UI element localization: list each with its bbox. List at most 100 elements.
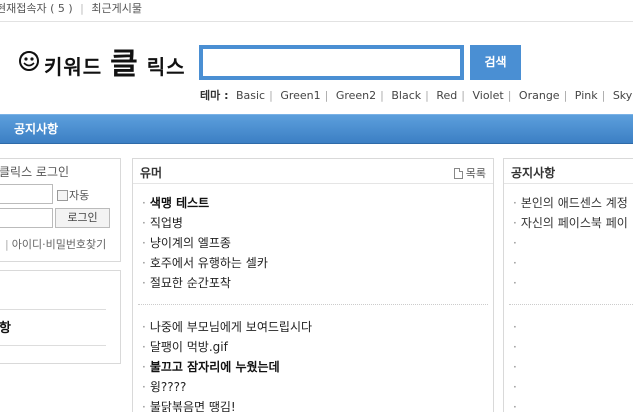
post-title[interactable]: 냥이계의 엘프종 [150,236,231,250]
board-list-link[interactable]: 목록 [453,165,486,181]
list-item: · [513,337,521,357]
post-title[interactable]: 불닭볶음면 땡김! [150,400,236,412]
theme-red[interactable]: Red [436,89,457,102]
theme-separator: | [507,89,512,102]
find-account-link[interactable]: 아이디·비밀번호찾기 [12,238,107,251]
main-nav-bar: 공지사항 [0,114,633,144]
post-title[interactable]: 불끄고 잠자리에 누웠는데 [150,360,280,374]
list-item: · [513,273,628,293]
theme-separator: | [461,89,465,102]
bullet-icon: · [513,256,517,270]
divider [138,304,488,305]
left-box-text: 항 [0,321,11,336]
board-title[interactable]: 유머 [140,164,162,181]
bullet-icon: · [142,320,146,334]
login-password-field[interactable] [0,208,53,228]
login-button[interactable]: 로그인 [55,208,110,228]
login-id-field[interactable] [0,184,53,204]
theme-orange[interactable]: Orange [519,89,560,102]
notice-item-title[interactable]: 본인의 애드센스 계정 [521,196,628,210]
auto-login-option[interactable]: 자동 [57,187,89,203]
post-title[interactable]: 나중에 부모님에게 보여드립시다 [150,320,312,334]
list-item[interactable]: · 본인의 애드센스 계정 [513,193,628,213]
list-item[interactable]: · 달팽이 먹방.gif [142,337,312,357]
list-item[interactable]: · 색맹 테스트 [142,193,268,213]
recent-posts-link[interactable]: 최근게시물 [91,0,142,18]
theme-basic[interactable]: Basic [236,89,265,102]
theme-green2[interactable]: Green2 [336,89,376,102]
theme-green1[interactable]: Green1 [280,89,320,102]
post-title[interactable]: 달팽이 먹방.gif [150,340,228,354]
list-item: · [513,377,521,397]
logo-text: 키워드 클 릭스 [44,39,186,83]
divider [509,304,633,305]
auto-login-checkbox[interactable] [57,189,68,201]
list-item[interactable]: · 절묘한 순간포착 [142,273,268,293]
topbar-separator: | [80,2,84,15]
bullet-icon: · [513,380,517,394]
notice-title[interactable]: 공지사항 [511,164,555,181]
bullet-icon: · [513,236,517,250]
divider [0,309,106,310]
list-item[interactable]: · 윙???? [142,377,312,397]
search-input[interactable] [203,49,460,76]
post-title[interactable]: 호주에서 유행하는 셀카 [150,256,268,270]
theme-separator: | [324,89,329,102]
top-bar: 현재접속자 ( 5 ) | 최근게시물 [0,0,633,22]
list-item[interactable]: · 나중에 부모님에게 보여드립시다 [142,317,312,337]
bullet-icon: · [142,256,146,270]
list-item[interactable]: · 불닭볶음면 땡김! [142,397,312,412]
board-header: 유머 목록 [133,159,493,184]
notice-list: · 본인의 애드센스 계정 · 자신의 페이스북 페이 · · · [513,193,628,293]
list-item[interactable]: · 불끄고 잠자리에 누웠는데 [142,357,312,377]
nav-item-notice[interactable]: 공지사항 [14,115,58,144]
notice-item-title[interactable]: 자신의 페이스북 페이 [521,216,628,230]
bullet-icon: · [142,360,146,374]
list-item: · [513,397,521,412]
list-item[interactable]: · 직업병 [142,213,268,233]
list-item: · [513,317,521,337]
theme-violet[interactable]: Violet [472,89,503,102]
bullet-icon: · [142,216,146,230]
notice-list: · · · · · [513,317,521,412]
bullet-icon: · [513,196,517,210]
theme-label: 테마 : [200,89,229,102]
current-users-link[interactable]: 현재접속자 ( 5 ) [0,0,73,18]
bullet-icon: · [142,276,146,290]
login-title: 클릭스 로그인 [0,165,70,179]
document-icon [453,167,463,179]
bullet-icon: · [513,340,517,354]
post-title[interactable]: 윙???? [150,380,187,394]
bullet-icon: · [513,360,517,374]
post-title[interactable]: 직업병 [150,216,183,230]
divider [0,345,106,346]
theme-separator: | [563,89,568,102]
login-box: 클릭스 로그인 자동 로그인 | 아이디·비밀번호찾기 [0,158,121,262]
search-box [199,45,464,80]
theme-pink[interactable]: Pink [575,89,598,102]
theme-sky[interactable]: Sky [613,89,632,102]
bullet-icon: · [142,196,146,210]
notice-header: 공지사항 [504,159,633,184]
face-logo-icon [19,51,39,71]
list-item[interactable]: · 자신의 페이스북 페이 [513,213,628,233]
bullet-icon: · [513,400,517,412]
list-item[interactable]: · 호주에서 유행하는 셀카 [142,253,268,273]
site-logo[interactable]: 키워드 클 릭스 [18,44,186,82]
theme-black[interactable]: Black [391,89,421,102]
logo-text-part2: 릭스 [146,55,186,79]
theme-separator: | [380,89,384,102]
logo-text-part1: 키워드 [44,55,103,79]
auto-login-label: 자동 [69,189,90,202]
board-list-label: 목록 [465,167,486,180]
notice-board: 공지사항 · 본인의 애드센스 계정 · 자신의 페이스북 페이 · · · · ·… [503,158,633,412]
bullet-icon: · [513,276,517,290]
list-item[interactable]: · 냥이계의 엘프종 [142,233,268,253]
theme-separator: | [425,89,429,102]
post-title[interactable]: 색맹 테스트 [150,196,209,210]
search-button[interactable]: 검색 [470,45,521,80]
post-title[interactable]: 절묘한 순간포착 [150,276,231,290]
list-item: · [513,233,628,253]
bullet-icon: · [142,400,146,412]
find-separator: | [5,238,9,251]
